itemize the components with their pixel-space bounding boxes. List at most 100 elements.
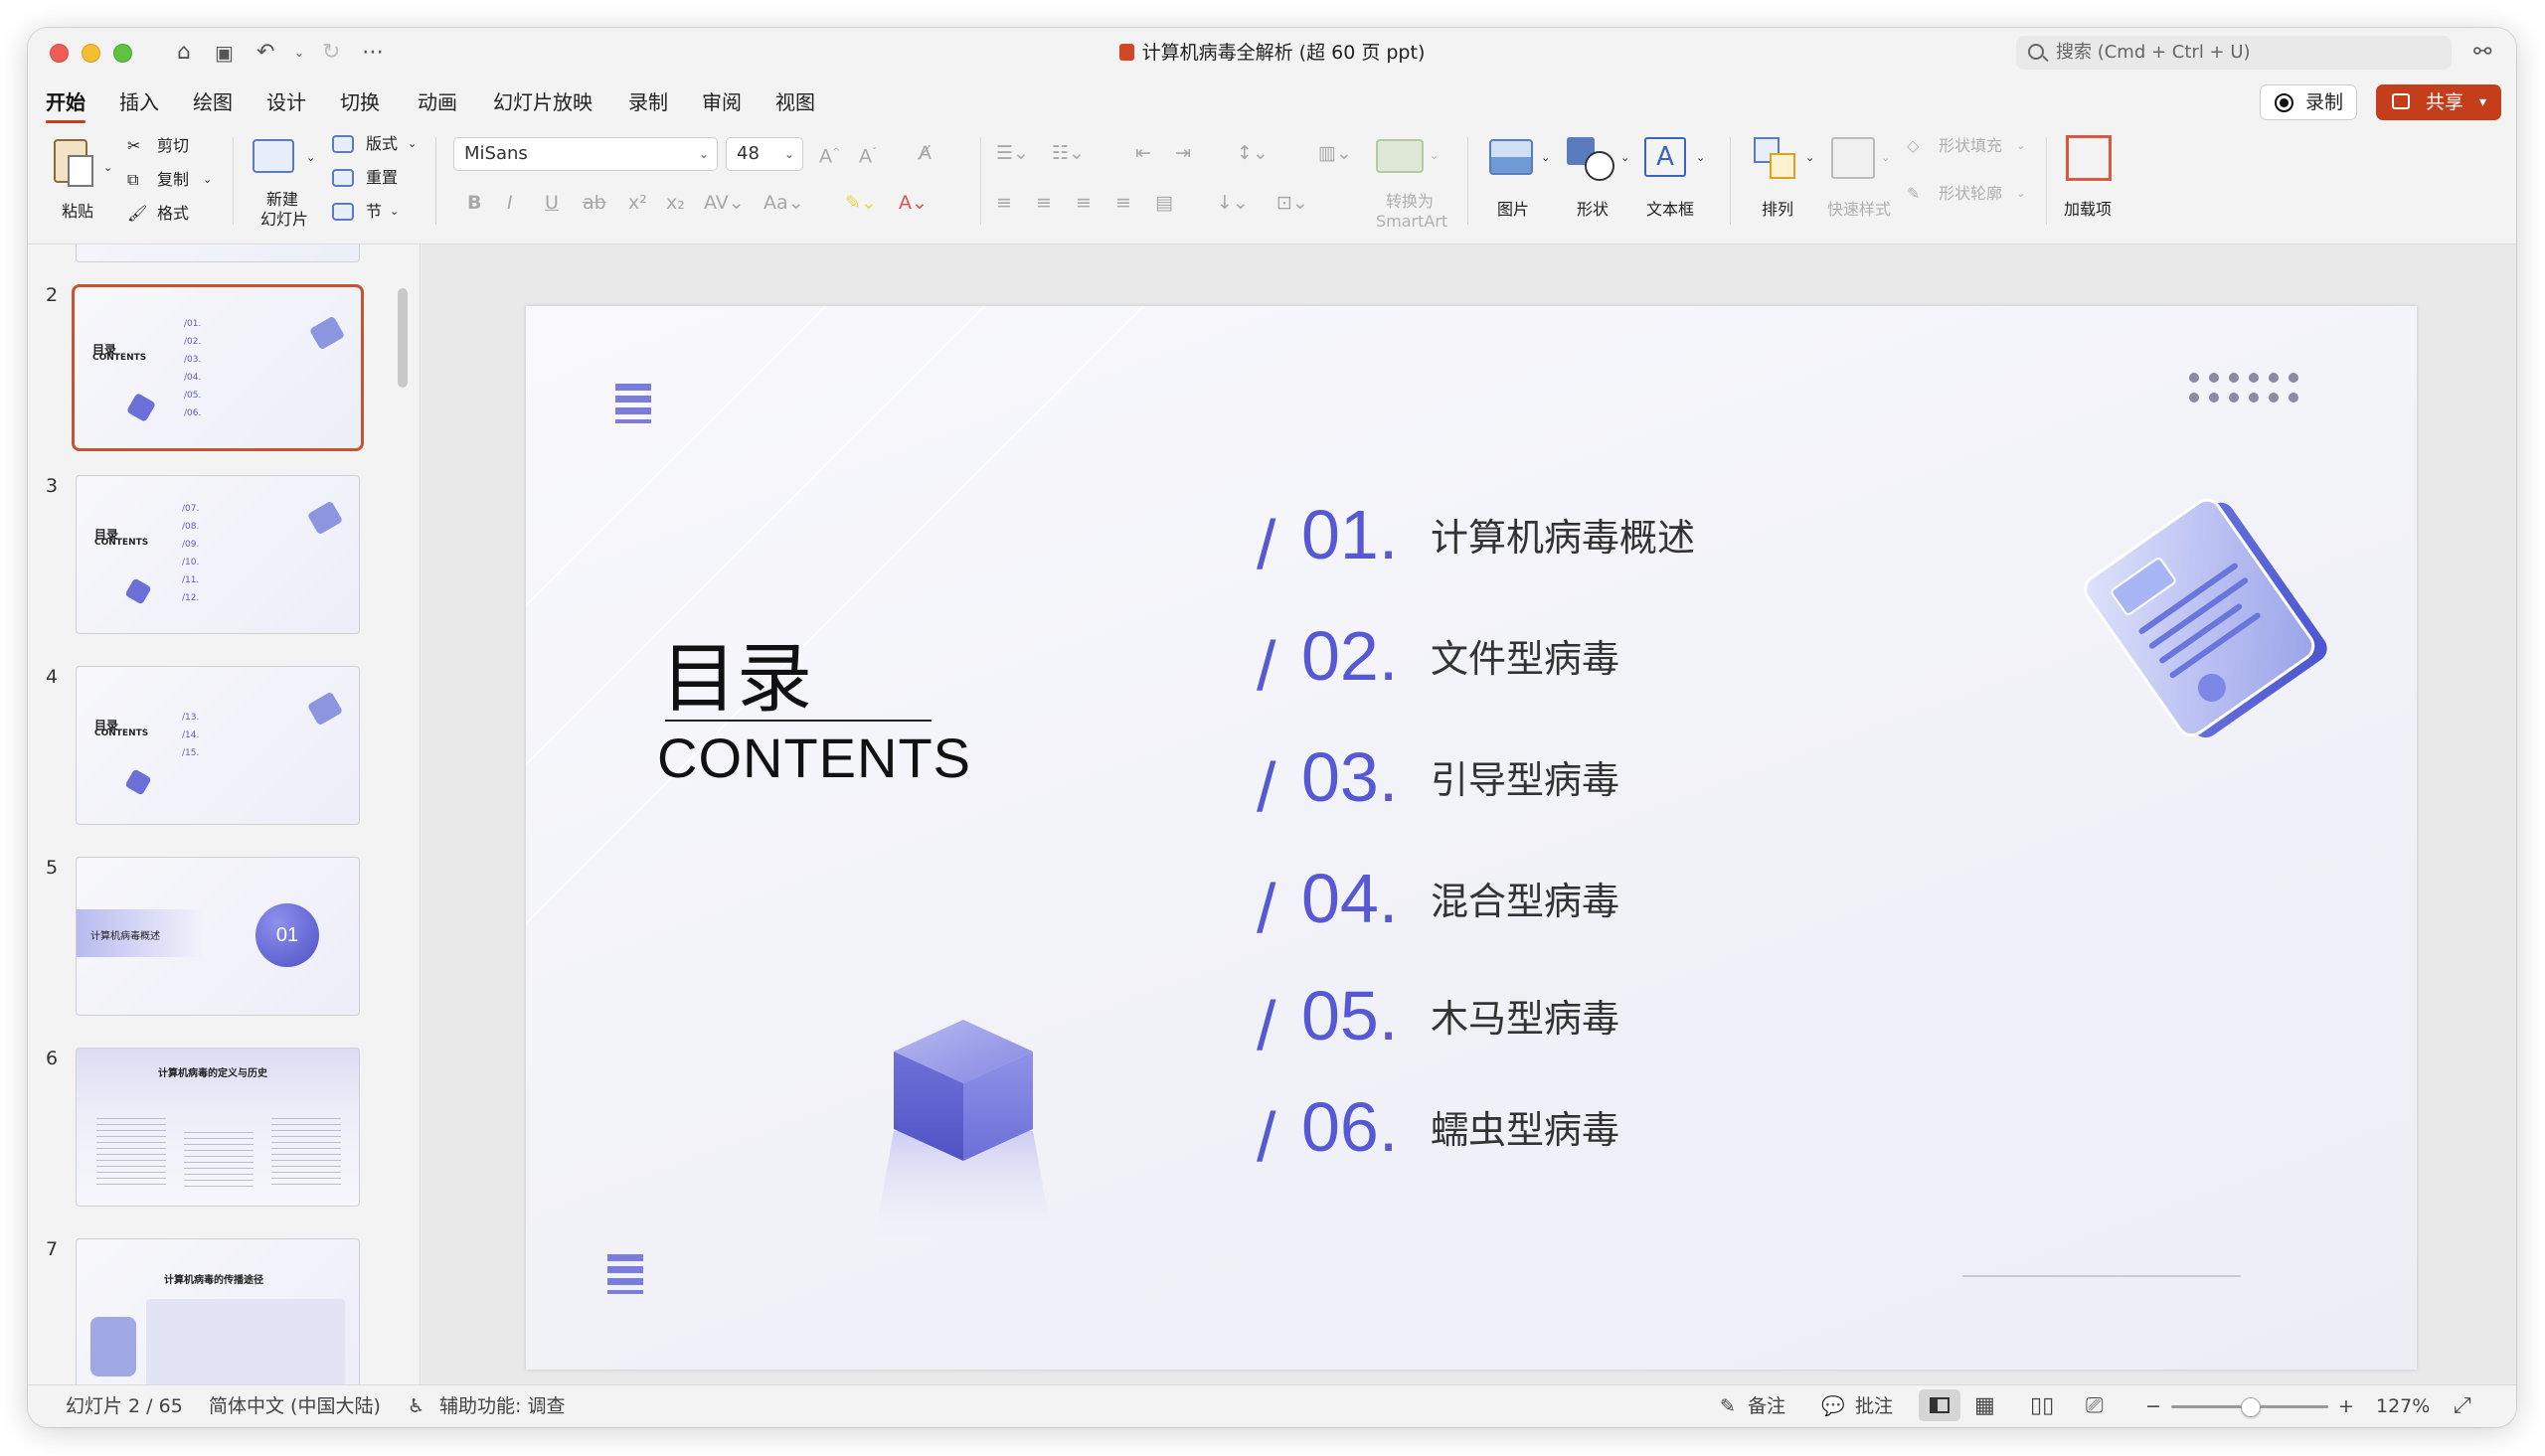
cut-icon[interactable]: ✂ (127, 135, 140, 157)
slide-subheading[interactable]: CONTENTS (657, 724, 971, 793)
slide-thumbnail[interactable]: 计算机病毒概述 01 (76, 857, 360, 1016)
decrease-indent-icon[interactable]: ⇤ (1135, 141, 1151, 165)
shape-outline-dropdown-icon[interactable]: ⌄ (2016, 183, 2025, 205)
bullets-icon[interactable]: ☰⌄ (996, 141, 1029, 165)
zoom-out-button[interactable]: − (2145, 1393, 2161, 1419)
shape-outline-button[interactable]: 形状轮廓 (1939, 183, 2002, 205)
tab-view[interactable]: 视图 (775, 87, 815, 117)
notes-button[interactable]: 备注 (1748, 1393, 1785, 1419)
distributed-icon[interactable]: ▤ (1155, 191, 1173, 215)
reset-button[interactable]: 重置 (366, 167, 398, 189)
increase-font-icon[interactable]: A^ (819, 141, 840, 168)
tab-draw[interactable]: 绘图 (193, 87, 233, 117)
justify-icon[interactable]: ≡ (1115, 191, 1131, 215)
accessibility-icon[interactable]: ♿ (408, 1393, 424, 1419)
textbox-dropdown-icon[interactable]: ⌄ (1696, 147, 1705, 169)
superscript-icon[interactable]: x² (628, 191, 647, 215)
font-name-select[interactable]: MiSans ⌄ (453, 137, 718, 171)
arrange-dropdown-icon[interactable]: ⌄ (1805, 147, 1814, 169)
shapes-button[interactable]: 形状 (1577, 199, 1609, 221)
textbox-icon[interactable]: A (1644, 137, 1686, 177)
share-dropdown-icon[interactable]: ▾ (2479, 84, 2486, 120)
layout-button[interactable]: 版式 (366, 133, 398, 155)
slide-thumbnail[interactable]: 计算机病毒的传播途径 (76, 1238, 360, 1384)
notes-icon[interactable]: ✎ (1720, 1393, 1736, 1419)
quick-styles-icon[interactable] (1831, 137, 1875, 179)
shape-fill-button[interactable]: 形状填充 (1939, 135, 2002, 157)
slide-thumbnail-1[interactable] (76, 244, 360, 262)
change-case-icon[interactable]: Aa⌄ (764, 191, 804, 215)
slide-thumbnail-selected[interactable]: 目录 CONTENTS /01. /02. /03. /04. /05. /06… (72, 284, 364, 451)
tab-design[interactable]: 设计 (266, 87, 306, 117)
slideshow-icon[interactable]: ⎚ (2086, 1393, 2104, 1419)
shape-outline-icon[interactable]: ✎ (1907, 183, 1920, 205)
tab-animations[interactable]: 动画 (418, 87, 457, 117)
decrease-font-icon[interactable]: Aˇ (859, 141, 877, 168)
slide-thumbnail[interactable]: 计算机病毒的定义与历史 (76, 1048, 360, 1207)
bold-icon[interactable]: B (467, 191, 481, 215)
subscript-icon[interactable]: x₂ (666, 191, 685, 215)
font-size-select[interactable]: 48 ⌄ (726, 137, 803, 171)
shapes-dropdown-icon[interactable]: ⌄ (1620, 147, 1629, 169)
highlight-icon[interactable]: ✎⌄ (845, 191, 877, 215)
picture-icon[interactable] (1489, 139, 1533, 175)
paste-dropdown-icon[interactable]: ⌄ (103, 157, 112, 179)
normal-view-button[interactable] (1919, 1389, 1960, 1421)
align-center-icon[interactable]: ≡ (1036, 191, 1052, 215)
tab-review[interactable]: 审阅 (702, 87, 742, 117)
section-dropdown-icon[interactable]: ⌄ (390, 201, 399, 223)
format-painter-button[interactable]: 格式 (157, 203, 189, 225)
record-button[interactable]: 录制 (2260, 84, 2357, 120)
columns-icon[interactable]: ▥⌄ (1318, 141, 1352, 165)
copy-dropdown-icon[interactable]: ⌄ (203, 169, 212, 191)
paste-label[interactable]: 粘贴 (62, 201, 93, 223)
current-slide[interactable]: 目录 CONTENTS / 01. 计算机病毒概述 / 02. 文件型病毒 / 03. 引导… (526, 306, 2417, 1370)
align-right-icon[interactable]: ≡ (1076, 191, 1092, 215)
cube-illustration-image[interactable] (854, 1012, 1073, 1240)
tab-transitions[interactable]: 切换 (340, 87, 380, 117)
section-button[interactable]: 节 (366, 201, 382, 223)
copy-icon[interactable]: ⧉ (127, 169, 138, 191)
character-spacing-icon[interactable]: AV⌄ (704, 191, 745, 215)
tab-insert[interactable]: 插入 (119, 87, 159, 117)
smartart-icon[interactable] (1376, 139, 1424, 173)
zoom-slider-handle[interactable] (2241, 1397, 2261, 1417)
font-color-icon[interactable]: A⌄ (899, 191, 928, 215)
quick-styles-button[interactable]: 快速样式 (1827, 199, 1891, 221)
collaborate-icon[interactable]: ⚯ (2473, 40, 2491, 65)
smartart-dropdown-icon[interactable]: ⌄ (1430, 145, 1439, 167)
share-button[interactable]: 共享 ▾ (2376, 84, 2501, 120)
tab-record[interactable]: 录制 (628, 87, 668, 117)
underline-icon[interactable]: U (545, 191, 559, 215)
accessibility-status[interactable]: 辅助功能: 调查 (439, 1393, 565, 1419)
comments-button[interactable]: 批注 (1855, 1393, 1893, 1419)
picture-button[interactable]: 图片 (1497, 199, 1529, 221)
align-text-icon[interactable]: ⊡⌄ (1276, 191, 1308, 215)
fit-to-window-icon[interactable]: ⤢ (2454, 1393, 2471, 1419)
reading-view-icon[interactable]: ▯▯ (2030, 1393, 2054, 1419)
zoom-in-button[interactable]: + (2338, 1393, 2354, 1419)
arrange-button[interactable]: 排列 (1762, 199, 1793, 221)
format-painter-icon[interactable]: 🖌 (127, 203, 147, 225)
quick-styles-dropdown-icon[interactable]: ⌄ (1881, 147, 1890, 169)
align-left-icon[interactable]: ≡ (996, 191, 1012, 215)
slide-heading[interactable]: 目录 (661, 634, 812, 724)
convert-smartart-label-1[interactable]: 转换为 (1386, 191, 1434, 213)
zoom-level[interactable]: 127% (2376, 1393, 2430, 1419)
tab-slideshow[interactable]: 幻灯片放映 (493, 87, 593, 117)
line-spacing-icon[interactable]: ↕⌄ (1237, 141, 1269, 165)
cut-button[interactable]: 剪切 (157, 135, 189, 157)
document-illustration-image[interactable] (2067, 485, 2355, 753)
new-slide-label-1[interactable]: 新建 (266, 189, 298, 211)
picture-dropdown-icon[interactable]: ⌄ (1541, 147, 1550, 169)
convert-smartart-label-2[interactable]: SmartArt (1376, 211, 1447, 233)
numbering-icon[interactable]: ☷⌄ (1052, 141, 1085, 165)
clear-formatting-icon[interactable]: A̸ (919, 141, 932, 165)
new-slide-icon[interactable] (253, 139, 294, 173)
increase-indent-icon[interactable]: ⇥ (1175, 141, 1191, 165)
textbox-button[interactable]: 文本框 (1646, 199, 1694, 221)
comments-icon[interactable]: 💬 (1821, 1393, 1845, 1419)
shape-fill-icon[interactable]: ◇ (1907, 135, 1919, 157)
strikethrough-icon[interactable]: ab (583, 191, 606, 215)
shape-fill-dropdown-icon[interactable]: ⌄ (2016, 135, 2025, 157)
